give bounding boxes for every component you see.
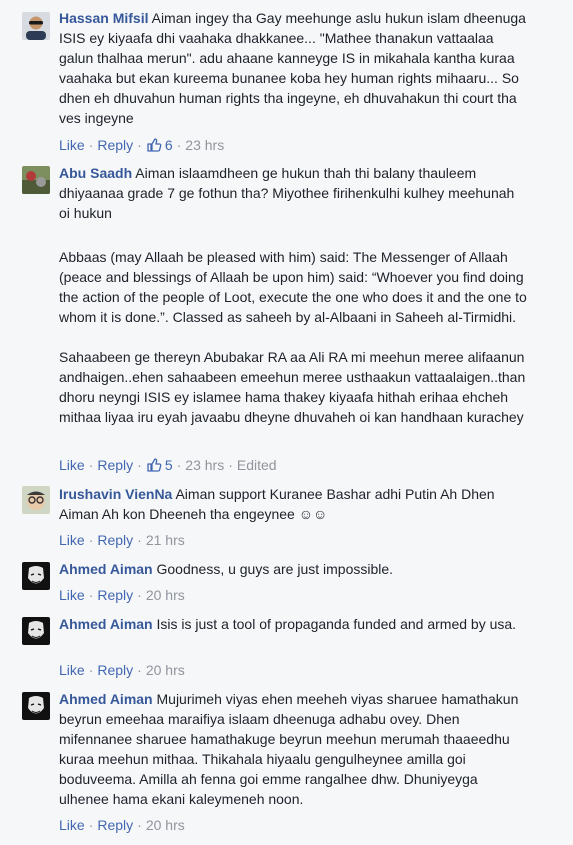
comment-text: Ahmed Aiman Goodness, u guys are just im… (59, 559, 529, 579)
avatar[interactable] (22, 166, 50, 194)
timestamp[interactable]: 23 hrs (185, 457, 224, 473)
author-name[interactable]: Ahmed Aiman (59, 616, 153, 632)
edited-label[interactable]: Edited (237, 457, 277, 473)
comment-paragraph: Aiman ingey tha Gay meehunge aslu hukun … (59, 10, 526, 126)
comment-text: Irushavin VienNa Aiman support Kuranee B… (59, 484, 529, 524)
author-name[interactable]: Irushavin VienNa (59, 486, 172, 502)
comment-actions: Like · Reply · 21 hrs (59, 532, 185, 548)
thumbs-up-icon (146, 457, 162, 477)
author-name[interactable]: Abu Saadh (59, 165, 132, 181)
comment-paragraph: Sahaabeen ge thereyn Abubakar RA aa Ali … (59, 349, 526, 425)
author-name[interactable]: Hassan Mifsil (59, 10, 148, 26)
like-count[interactable]: 5 (146, 457, 173, 473)
reply-link[interactable]: Reply (97, 587, 133, 603)
like-link[interactable]: Like (59, 662, 85, 678)
reply-link[interactable]: Reply (97, 457, 133, 473)
avatar[interactable] (22, 486, 50, 514)
like-link[interactable]: Like (59, 457, 85, 473)
timestamp[interactable]: 23 hrs (185, 137, 224, 153)
author-name[interactable]: Ahmed Aiman (59, 691, 153, 707)
timestamp[interactable]: 21 hrs (146, 532, 185, 548)
comment-text: Hassan Mifsil Aiman ingey tha Gay meehun… (59, 8, 529, 128)
reply-link[interactable]: Reply (97, 137, 133, 153)
comment-paragraph: Isis is just a tool of propaganda funded… (156, 616, 517, 632)
avatar[interactable] (22, 562, 50, 590)
comment-paragraph: Goodness, u guys are just impossible. (156, 561, 394, 577)
comment-actions: Like · Reply · 20 hrs (59, 662, 185, 678)
reply-link[interactable]: Reply (97, 662, 133, 678)
comment-paragraph: Mujurimeh viyas ehen meeheh viyas sharue… (59, 691, 519, 807)
comment-text: Ahmed Aiman Mujurimeh viyas ehen meeheh … (59, 689, 529, 809)
thumbs-up-icon (146, 137, 162, 157)
avatar[interactable] (22, 12, 50, 40)
comment-paragraph: Abbaas (may Allaah be pleased with him) … (59, 249, 527, 325)
reply-link[interactable]: Reply (97, 817, 133, 833)
timestamp[interactable]: 20 hrs (146, 817, 185, 833)
timestamp[interactable]: 20 hrs (146, 587, 185, 603)
like-link[interactable]: Like (59, 532, 85, 548)
comment-text: Abu Saadh Aiman islaamdheen ge hukun tha… (59, 163, 529, 223)
reply-link[interactable]: Reply (97, 532, 133, 548)
timestamp[interactable]: 20 hrs (146, 662, 185, 678)
like-link[interactable]: Like (59, 587, 85, 603)
comment-actions: Like · Reply · 20 hrs (59, 817, 185, 833)
comment-actions: Like · Reply · 5 · 23 hrs · Edited (59, 456, 277, 474)
comment-actions: Like · Reply · 6 · 23 hrs (59, 136, 224, 154)
avatar[interactable] (22, 617, 50, 645)
like-link[interactable]: Like (59, 817, 85, 833)
avatar[interactable] (22, 692, 50, 720)
comment-text: Ahmed Aiman Isis is just a tool of propa… (59, 614, 529, 634)
comment-actions: Like · Reply · 20 hrs (59, 587, 185, 603)
like-link[interactable]: Like (59, 137, 85, 153)
author-name[interactable]: Ahmed Aiman (59, 561, 153, 577)
like-count[interactable]: 6 (146, 137, 173, 153)
